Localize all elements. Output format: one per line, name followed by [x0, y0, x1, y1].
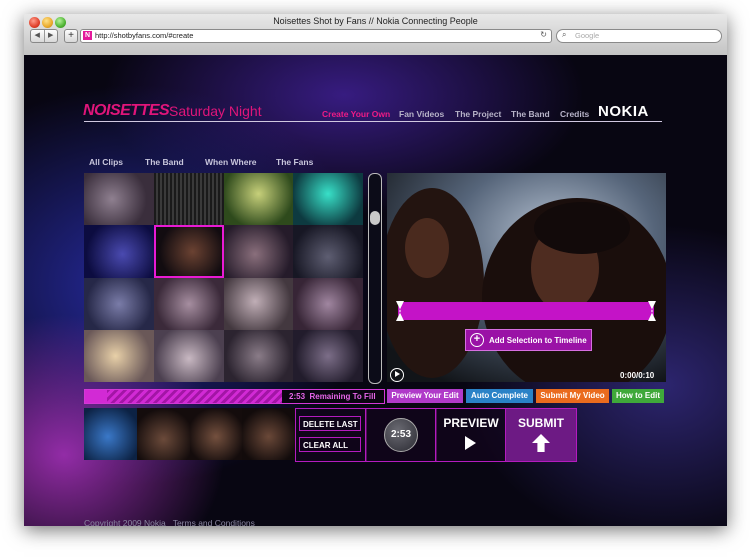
timeline-clip[interactable]	[136, 408, 190, 460]
site-favicon-icon: N	[83, 31, 92, 40]
forward-button[interactable]: ▶	[45, 30, 58, 42]
submit-my-video-button[interactable]: Submit My Video	[536, 389, 609, 403]
clip-thumbnail[interactable]	[223, 225, 294, 278]
clip-thumbnail[interactable]	[223, 173, 294, 226]
clip-thumbnail[interactable]	[223, 277, 294, 330]
preview-button[interactable]: PREVIEW	[435, 408, 507, 462]
clip-thumbnail[interactable]	[293, 329, 363, 382]
header-divider	[84, 121, 662, 122]
play-triangle-icon	[465, 436, 476, 450]
upload-arrow-icon	[532, 434, 550, 452]
time-remaining-dial: 2:53	[384, 418, 418, 452]
clip-thumbnail[interactable]	[223, 329, 294, 382]
submit-label: SUBMIT	[518, 416, 564, 430]
search-placeholder: Google	[575, 31, 600, 40]
noisettes-logo[interactable]: NOISETTES	[83, 102, 170, 120]
footer: Copyright 2009 Nokia Terms and Condition…	[84, 518, 255, 526]
timeline-clip[interactable]	[84, 408, 137, 460]
terms-link[interactable]: Terms and Conditions	[173, 518, 255, 526]
nav-the-project[interactable]: The Project	[455, 109, 501, 119]
progress-fill-solid	[85, 390, 107, 403]
browser-titlebar: Noisettes Shot by Fans // Nokia Connecti…	[24, 14, 727, 56]
filter-when-where[interactable]: When Where	[205, 157, 256, 167]
clip-thumbnail[interactable]	[293, 173, 363, 226]
filter-the-fans[interactable]: The Fans	[276, 157, 313, 167]
reload-icon[interactable]: ↻	[540, 30, 547, 39]
search-icon: ⌕	[562, 30, 567, 39]
clip-thumbnail-selected[interactable]	[153, 225, 224, 278]
preview-your-edit-button[interactable]: Preview Your Edit	[387, 389, 463, 403]
play-icon[interactable]	[390, 368, 404, 382]
browser-window: Noisettes Shot by Fans // Nokia Connecti…	[24, 14, 727, 526]
auto-complete-button[interactable]: Auto Complete	[466, 389, 533, 403]
clip-thumbnail[interactable]	[84, 173, 154, 226]
history-buttons: ◀ ▶	[30, 29, 58, 43]
clip-scrollbar[interactable]	[368, 173, 382, 384]
address-bar[interactable]: N http://shotbyfans.com/#create ↻	[80, 29, 552, 43]
submit-button[interactable]: SUBMIT	[505, 408, 577, 462]
timeline-clip[interactable]	[189, 408, 243, 460]
clip-thumbnail[interactable]	[84, 225, 154, 278]
timeline-clip[interactable]	[242, 408, 295, 460]
clip-thumbnail[interactable]	[153, 329, 224, 382]
copyright-text: Copyright 2009 Nokia	[84, 518, 166, 526]
fill-progress-bar: 2:53 Remaining To Fill	[84, 389, 385, 404]
window-title: Noisettes Shot by Fans // Nokia Connecti…	[273, 16, 478, 26]
timeline-strip	[84, 408, 295, 460]
progress-fill	[85, 390, 282, 403]
time-remaining-panel: 2:53	[365, 408, 437, 462]
video-timecode: 0:00/0:10	[620, 371, 655, 380]
page-content: NOISETTES Saturday Night Create Your Own…	[24, 55, 727, 526]
filter-the-band[interactable]: The Band	[145, 157, 184, 167]
clip-thumbnail[interactable]	[84, 329, 154, 382]
clip-thumbnail[interactable]	[293, 277, 363, 330]
clip-thumbnail[interactable]	[293, 225, 363, 278]
clip-thumbnail[interactable]	[84, 277, 154, 330]
preview-label: PREVIEW	[443, 416, 499, 430]
clip-grid	[84, 173, 363, 382]
clip-thumbnail[interactable]	[153, 173, 224, 226]
nav-create-your-own[interactable]: Create Your Own	[322, 109, 390, 119]
filter-all-clips[interactable]: All Clips	[89, 157, 123, 167]
scrollbar-thumb[interactable]	[370, 211, 380, 225]
add-selection-to-timeline-button[interactable]: + Add Selection to Timeline	[465, 329, 592, 351]
search-field[interactable]: ⌕ Google	[556, 29, 722, 43]
remaining-text: 2:53 Remaining To Fill	[289, 392, 376, 401]
clip-thumbnail[interactable]	[153, 277, 224, 330]
back-button[interactable]: ◀	[31, 30, 45, 42]
plus-circle-icon: +	[470, 333, 484, 347]
nokia-logo[interactable]: NOKIA	[598, 103, 649, 120]
clear-all-button[interactable]: CLEAR ALL	[299, 437, 361, 452]
add-selection-label: Add Selection to Timeline	[489, 335, 587, 345]
delete-last-button[interactable]: DELETE LAST	[299, 416, 361, 431]
nav-fan-videos[interactable]: Fan Videos	[399, 109, 444, 119]
nav-the-band[interactable]: The Band	[511, 109, 550, 119]
song-title: Saturday Night	[169, 103, 262, 119]
timeline-edit-controls: DELETE LAST CLEAR ALL	[295, 408, 367, 462]
selection-range-bar[interactable]	[398, 302, 654, 320]
how-to-edit-button[interactable]: How to Edit	[612, 389, 664, 403]
address-text: http://shotbyfans.com/#create	[95, 31, 194, 40]
add-bookmark-button[interactable]: +	[64, 29, 78, 43]
nav-credits[interactable]: Credits	[560, 109, 589, 119]
